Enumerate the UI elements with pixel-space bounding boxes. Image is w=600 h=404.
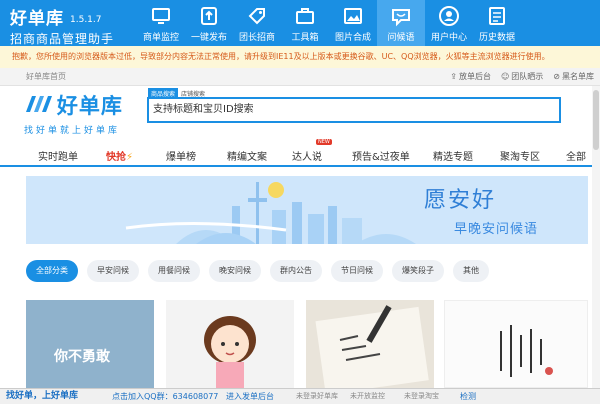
- nav-item-6[interactable]: 精选专题: [433, 148, 473, 163]
- category-pill-4[interactable]: 群内公告: [270, 260, 322, 282]
- app-name: 好单库: [10, 9, 64, 29]
- new-badge: NEW: [316, 139, 332, 145]
- toolbar-button-label: 团长招商: [238, 33, 275, 43]
- app-subtitle: 招商商品管理助手: [10, 32, 115, 46]
- category-pill-5[interactable]: 节日问候: [331, 260, 383, 282]
- app-version: 1.5.1.7: [70, 15, 102, 25]
- status-monitor: 未开放监控: [350, 392, 385, 400]
- category-filter: 全部分类 早安问候 用餐问候 晚安问候 群内公告 节日问候 爆笑段子 其他: [26, 260, 489, 282]
- category-pill-1[interactable]: 早安问候: [87, 260, 139, 282]
- toolbar-button-0[interactable]: 商单监控: [137, 0, 185, 46]
- category-pill-6[interactable]: 爆笑段子: [392, 260, 444, 282]
- main-nav: 实时跑单 快抢⚡ 爆单榜 精编文案 达人说 NEW 预告&过夜单 精选专题 聚淘专区 全部: [0, 139, 600, 167]
- browser-notice: 抱歉，您所使用的浏览器版本过低，导致部分内容无法正常使用，请升级到IE11及以上…: [0, 46, 600, 68]
- nav-item-label: 聚淘专区: [500, 152, 540, 163]
- nav-item-label: 爆单榜: [166, 152, 196, 163]
- app-brand: 好单库 1.5.1.7 招商商品管理助手: [10, 4, 114, 47]
- toolbar-button-label: 一键发布: [190, 33, 227, 43]
- user-icon: [438, 5, 460, 27]
- breadcrumb[interactable]: 好单库首页: [26, 71, 66, 82]
- toolbox-icon: [294, 5, 316, 27]
- image-icon: [342, 5, 364, 27]
- cartoon-girl-illustration: [204, 316, 256, 388]
- status-taobao: 未登录淘宝: [404, 392, 439, 400]
- toolbar-button-label: 问候语: [387, 33, 415, 43]
- search-input[interactable]: 支持标题和宝贝ID搜索: [147, 97, 561, 123]
- nav-item-label: 精选专题: [433, 152, 473, 163]
- flash-icon: ⚡: [126, 152, 134, 163]
- category-pill-2[interactable]: 用餐问候: [148, 260, 200, 282]
- greeting-card[interactable]: [166, 300, 294, 388]
- history-icon: [486, 5, 508, 27]
- toolbar-button-7[interactable]: 历史数据: [473, 0, 521, 46]
- team-icon: ☺: [500, 72, 510, 81]
- site-logo[interactable]: 好单库 找好单就上好单库: [24, 90, 123, 136]
- status-slogan: 找好单，上好单库: [6, 391, 79, 401]
- status-login: 未登录好单库: [296, 392, 338, 400]
- toolbar-button-6[interactable]: 用户中心: [425, 0, 473, 46]
- greeting-card[interactable]: 你不勇敢: [26, 300, 154, 388]
- title-toolbar: 好单库 1.5.1.7 招商商品管理助手 商单监控 一键发布 团长招商 工具箱 图片合成 问…: [0, 0, 600, 46]
- site-logo-name: 好单库: [56, 94, 123, 118]
- strip-link-backend[interactable]: ⇪ 放单后台: [450, 71, 491, 82]
- nav-item-label: 实时跑单: [38, 152, 78, 163]
- vertical-scrollbar[interactable]: [592, 86, 600, 388]
- check-link[interactable]: 检测: [460, 389, 476, 404]
- nav-item-0[interactable]: 实时跑单: [38, 148, 78, 163]
- strip-link-blacklist[interactable]: ⊘ 黑名单库: [553, 71, 594, 82]
- greeting-cards: 你不勇敢: [26, 300, 588, 388]
- nav-item-4[interactable]: 达人说 NEW: [292, 139, 332, 163]
- toolbar-button-2[interactable]: 团长招商: [233, 0, 281, 46]
- category-pill-0[interactable]: 全部分类: [26, 260, 78, 282]
- greeting-banner: 愿安好 早晚安问候语: [26, 176, 588, 244]
- upload-icon: ⇪: [450, 72, 457, 81]
- banner-title: 愿安好: [424, 188, 497, 213]
- tag-icon: [246, 5, 268, 27]
- nav-item-label: 全部: [566, 152, 586, 163]
- nav-item-label: 快抢: [106, 152, 126, 163]
- scrollbar-thumb[interactable]: [593, 90, 599, 150]
- toolbar: 商单监控 一键发布 团长招商 工具箱 图片合成 问候语 用户中心 历史数据: [137, 0, 521, 46]
- toolbar-button-3[interactable]: 工具箱: [281, 0, 329, 46]
- toolbar-button-label: 商单监控: [142, 33, 179, 43]
- chat-icon: [390, 5, 412, 27]
- banner-subtitle: 早晚安问候语: [454, 222, 539, 237]
- blacklist-icon: ⊘: [553, 72, 560, 81]
- toolbar-button-5[interactable]: 问候语: [377, 0, 425, 46]
- strip-link-team[interactable]: ☺ 团队晒示: [501, 71, 543, 82]
- category-pill-7[interactable]: 其他: [453, 260, 489, 282]
- nav-item-8[interactable]: 全部: [566, 148, 586, 163]
- qq-group-link[interactable]: 点击加入QQ群：634608077: [112, 389, 218, 404]
- monitor-icon: [150, 5, 172, 27]
- calligraphy-illustration: [500, 325, 553, 377]
- nav-item-label: 预告&过夜单: [352, 152, 410, 163]
- toolbar-button-label: 工具箱: [291, 33, 319, 43]
- nav-item-2[interactable]: 爆单榜: [166, 148, 196, 163]
- toolbar-button-1[interactable]: 一键发布: [185, 0, 233, 46]
- greeting-card[interactable]: [444, 300, 588, 388]
- publish-icon: [198, 5, 220, 27]
- toolbar-button-label: 图片合成: [334, 33, 371, 43]
- send-order-link[interactable]: 进入发单后台: [226, 389, 274, 404]
- site-slogan: 找好单就上好单库: [24, 126, 121, 136]
- nav-item-7[interactable]: 聚淘专区: [500, 148, 540, 163]
- category-pill-3[interactable]: 晚安问候: [209, 260, 261, 282]
- logo-mark-icon: [24, 92, 54, 119]
- toolbar-button-4[interactable]: 图片合成: [329, 0, 377, 46]
- handwriting-paper-illustration: [315, 305, 429, 388]
- status-bar: 找好单，上好单库 点击加入QQ群：634608077 进入发单后台 未登录好单库…: [0, 388, 600, 404]
- toolbar-button-label: 用户中心: [430, 33, 467, 43]
- nav-item-label: 精编文案: [227, 152, 267, 163]
- card-text: 你不勇敢: [54, 349, 110, 365]
- toolbar-button-label: 历史数据: [478, 33, 515, 43]
- nav-item-5[interactable]: 预告&过夜单: [352, 148, 410, 163]
- address-strip: 好单库首页 ⇪ 放单后台 ☺ 团队晒示 ⊘ 黑名单库: [0, 68, 600, 86]
- nav-item-label: 达人说: [292, 152, 322, 163]
- greeting-card[interactable]: [306, 300, 434, 388]
- nav-item-1[interactable]: 快抢⚡: [106, 148, 133, 163]
- nav-item-3[interactable]: 精编文案: [227, 148, 267, 163]
